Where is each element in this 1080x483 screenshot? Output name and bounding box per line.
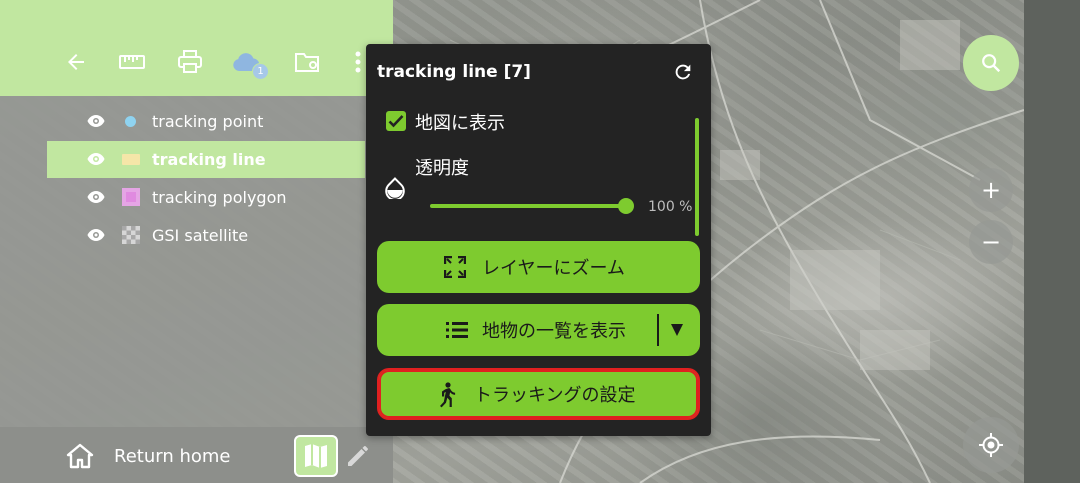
opacity-label: 透明度	[415, 158, 469, 179]
layers-panel: 1 tracking point tracking line tracking …	[0, 0, 393, 483]
zoom-in-button[interactable]: +	[969, 168, 1013, 212]
eye-icon[interactable]	[87, 114, 105, 128]
map-mode-button[interactable]	[294, 435, 338, 477]
layer-row-tracking-point[interactable]: tracking point	[47, 103, 365, 140]
back-arrow-icon[interactable]	[58, 44, 94, 80]
refresh-button[interactable]	[668, 59, 698, 85]
popup-scrollbar[interactable]	[695, 118, 699, 236]
map-edge-strip	[1024, 0, 1080, 483]
show-on-map-checkbox[interactable]	[386, 111, 406, 131]
layer-popup: tracking line [7] 地図に表示 透明度 100 % レイヤーにズ…	[366, 44, 711, 436]
locate-button[interactable]	[963, 417, 1019, 473]
refresh-icon	[675, 64, 691, 80]
show-on-map-label: 地図に表示	[415, 113, 505, 134]
opacity-slider-track[interactable]	[430, 204, 626, 208]
layer-name: GSI satellite	[152, 226, 249, 245]
polygon-swatch-icon	[122, 188, 140, 206]
line-swatch-icon	[122, 154, 140, 165]
home-icon[interactable]	[66, 443, 94, 469]
layer-row-tracking-line[interactable]: tracking line	[47, 141, 365, 178]
tracking-settings-label: トラッキングの設定	[474, 385, 636, 406]
point-swatch-icon	[125, 116, 136, 127]
check-icon	[388, 115, 404, 128]
minus-icon: −	[980, 228, 1002, 256]
folder-settings-icon[interactable]	[290, 44, 326, 80]
more-icon[interactable]	[350, 44, 366, 80]
return-home-link[interactable]: Return home	[114, 446, 230, 467]
eye-icon[interactable]	[87, 152, 105, 166]
eye-icon[interactable]	[87, 190, 105, 204]
zoom-to-layer-button[interactable]: レイヤーにズーム	[377, 241, 700, 293]
search-icon	[982, 54, 1001, 73]
cloud-badge: 1	[252, 63, 269, 80]
ruler-icon[interactable]	[114, 44, 150, 80]
tracking-settings-button[interactable]: トラッキングの設定	[377, 368, 700, 420]
plus-icon: +	[980, 176, 1002, 204]
map-icon	[305, 444, 327, 468]
layer-row-tracking-polygon[interactable]: tracking polygon	[47, 179, 365, 216]
list-icon	[446, 321, 468, 339]
zoom-to-layer-label: レイヤーにズーム	[482, 258, 625, 279]
feature-list-button[interactable]: 地物の一覧を表示	[377, 304, 700, 356]
layer-name: tracking line	[152, 150, 266, 169]
raster-swatch-icon	[122, 226, 140, 244]
crosshair-location-icon	[979, 433, 1003, 457]
zoom-out-button[interactable]: −	[969, 220, 1013, 264]
pencil-icon	[348, 446, 368, 466]
panel-toolbar: 1	[0, 0, 393, 96]
layer-name: tracking point	[152, 112, 264, 131]
eye-icon[interactable]	[87, 228, 105, 242]
search-button[interactable]	[963, 35, 1019, 91]
layer-name: tracking polygon	[152, 188, 287, 207]
print-icon[interactable]	[172, 44, 208, 80]
opacity-drop-icon	[385, 177, 405, 199]
edit-mode-button[interactable]	[343, 440, 373, 472]
opacity-slider-thumb[interactable]	[618, 198, 634, 214]
button-divider	[657, 314, 659, 346]
opacity-value: 100 %	[648, 199, 693, 215]
walking-person-icon	[437, 382, 457, 408]
dropdown-triangle-icon[interactable]	[670, 319, 684, 339]
feature-list-label: 地物の一覧を表示	[482, 321, 626, 342]
fullscreen-icon	[444, 256, 466, 278]
popup-title: tracking line [7]	[377, 62, 531, 82]
layer-row-gsi-satellite[interactable]: GSI satellite	[47, 217, 365, 254]
